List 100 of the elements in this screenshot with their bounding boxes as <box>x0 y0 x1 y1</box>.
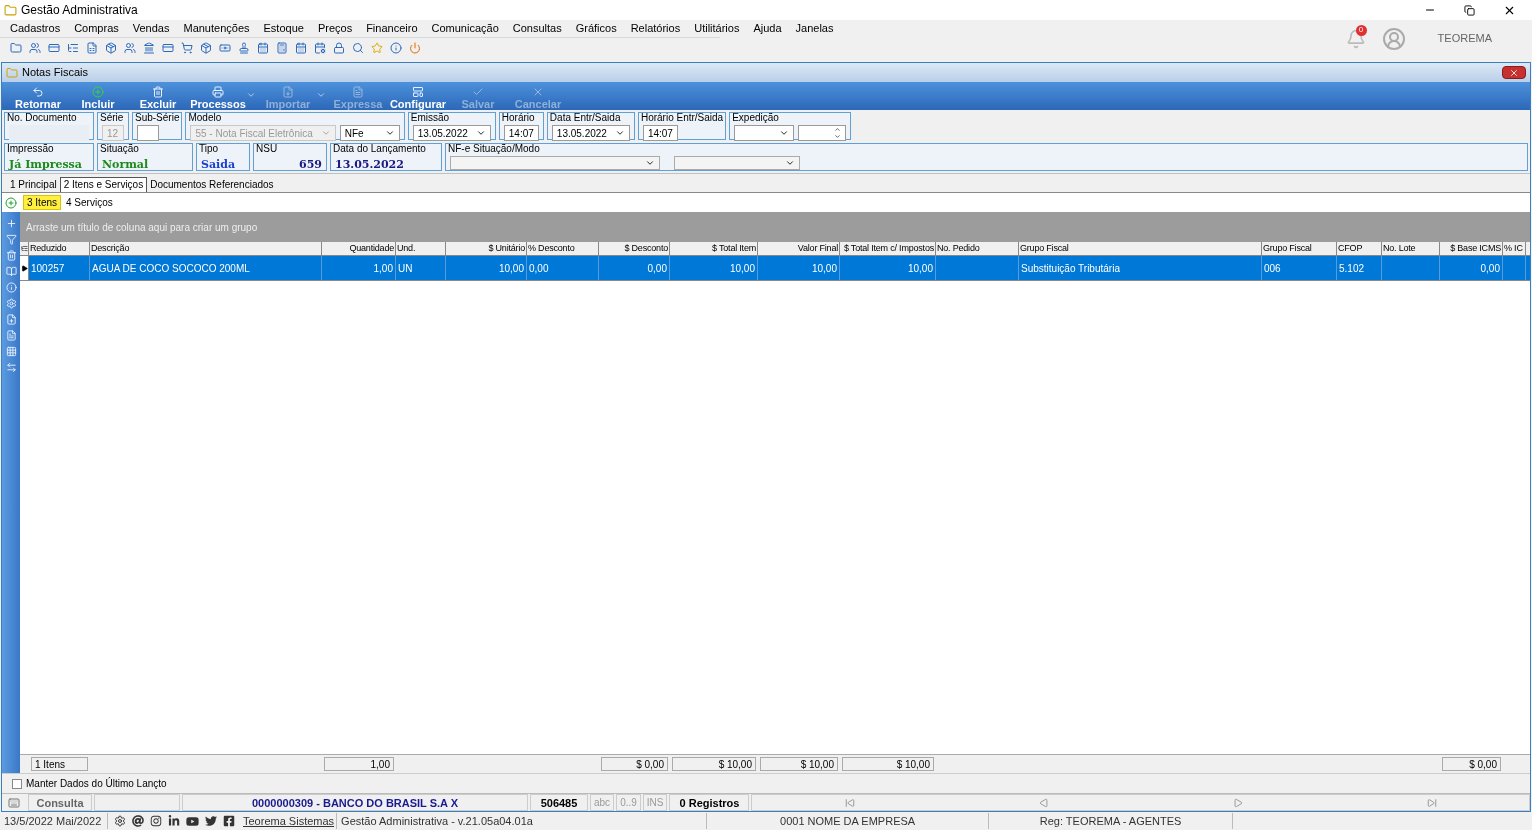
info-icon[interactable] <box>390 41 402 54</box>
document-icon[interactable] <box>5 330 17 341</box>
menu-item[interactable]: Manutenções <box>183 20 250 37</box>
book-icon[interactable] <box>5 266 17 277</box>
box-icon[interactable] <box>200 41 212 54</box>
column-header[interactable]: Valor Final <box>758 242 840 255</box>
menu-item[interactable]: Consultas <box>512 20 562 37</box>
column-header[interactable]: % IC <box>1503 242 1526 255</box>
tab[interactable]: Documentos Referenciados <box>147 177 277 192</box>
menu-item[interactable]: Comunicação <box>431 20 499 37</box>
input-field[interactable]: 14:07 <box>503 125 539 141</box>
grid-icon[interactable] <box>5 346 17 357</box>
users-icon[interactable] <box>29 41 41 54</box>
column-header[interactable]: Quantidade <box>322 242 396 255</box>
cart-icon[interactable] <box>181 41 193 54</box>
column-header[interactable]: Und. <box>396 242 446 255</box>
document-icon[interactable] <box>5 314 17 325</box>
dropdown[interactable]: NFe <box>339 125 400 141</box>
input-field[interactable] <box>137 125 159 141</box>
calendar-icon[interactable] <box>257 41 269 54</box>
menu-item[interactable]: Estoque <box>263 20 304 37</box>
menu-item[interactable]: Gráficos <box>575 20 617 37</box>
column-header[interactable]: $ Total Item <box>670 242 758 255</box>
twitter-icon[interactable] <box>205 815 217 827</box>
search-icon[interactable] <box>352 41 364 54</box>
linkedin-icon[interactable] <box>168 815 180 827</box>
first-record-icon[interactable] <box>844 797 855 808</box>
list-icon[interactable] <box>67 41 79 54</box>
arrows-icon[interactable] <box>5 362 17 373</box>
column-header[interactable]: No. Lote <box>1382 242 1440 255</box>
caret-icon[interactable] <box>246 90 256 100</box>
calendar-icon[interactable] <box>295 41 307 54</box>
card-icon[interactable] <box>48 41 60 54</box>
column-header[interactable]: % Desconto <box>527 242 599 255</box>
settings-icon[interactable] <box>5 298 17 309</box>
previous-record-icon[interactable] <box>1038 797 1049 808</box>
toolbar-button[interactable]: Excluir <box>130 86 186 110</box>
instagram-icon[interactable] <box>150 815 162 827</box>
sheet-icon[interactable] <box>86 41 98 54</box>
menu-item[interactable]: Relatórios <box>630 20 681 37</box>
folder-icon[interactable] <box>10 41 22 54</box>
dropdown[interactable] <box>734 125 795 141</box>
tab[interactable]: 3 Itens <box>23 195 62 210</box>
column-header[interactable]: $ Total Item c/ Impostos <box>840 242 936 255</box>
email-icon[interactable] <box>132 815 144 827</box>
spin-field[interactable] <box>798 125 847 141</box>
checkbox[interactable] <box>12 778 22 789</box>
dropdown[interactable]: 13.05.2022 <box>551 125 630 141</box>
column-header[interactable]: Descrição <box>90 242 322 255</box>
last-record-icon[interactable] <box>1426 797 1437 808</box>
dropdown[interactable] <box>674 156 800 170</box>
calendar-gear-icon[interactable] <box>314 41 326 54</box>
package-icon[interactable] <box>105 41 117 54</box>
column-chooser-icon[interactable] <box>20 245 28 252</box>
menu-item[interactable]: Compras <box>74 20 119 37</box>
column-header[interactable]: No. Pedido <box>936 242 1019 255</box>
stamp-icon[interactable] <box>238 41 250 54</box>
input-field[interactable] <box>9 125 89 141</box>
column-header[interactable]: Grupo Fiscal <box>1019 242 1262 255</box>
money-icon[interactable] <box>219 41 231 54</box>
card-icon[interactable] <box>162 41 174 54</box>
menu-item[interactable]: Ajuda <box>753 20 782 37</box>
tab[interactable]: 1 Principal <box>7 177 60 192</box>
restore-icon[interactable] <box>1464 4 1475 16</box>
toolbar-button[interactable]: Configurar <box>390 86 446 110</box>
toolbar-button[interactable]: Retornar <box>10 86 66 110</box>
menu-item[interactable]: Cadastros <box>10 20 61 37</box>
dropdown[interactable]: 13.05.2022 <box>412 125 491 141</box>
facebook-icon[interactable] <box>223 815 235 827</box>
input-field[interactable]: 14:07 <box>642 125 678 141</box>
next-record-icon[interactable] <box>1232 797 1243 808</box>
tab[interactable]: 4 Serviços <box>63 195 116 210</box>
tab[interactable]: 2 Itens e Serviços <box>59 177 148 192</box>
power-icon[interactable] <box>409 41 421 54</box>
bank-icon[interactable] <box>143 41 155 54</box>
user-avatar-icon[interactable] <box>1381 26 1406 51</box>
column-header[interactable]: $ Base ICMS <box>1440 242 1503 255</box>
column-header[interactable]: $ Desconto <box>599 242 670 255</box>
youtube-icon[interactable] <box>186 814 199 828</box>
toolbar-button[interactable]: Processos <box>190 86 246 110</box>
menu-item[interactable]: Vendas <box>132 20 170 37</box>
column-header[interactable]: Grupo Fiscal <box>1262 242 1337 255</box>
filter-icon[interactable] <box>5 234 17 245</box>
calculator-icon[interactable] <box>276 41 288 54</box>
user-icon[interactable] <box>124 41 136 54</box>
company-link[interactable]: Teorema Sistemas <box>241 812 338 830</box>
column-header[interactable]: Reduzido <box>29 242 90 255</box>
add-icon[interactable] <box>5 196 17 209</box>
menu-item[interactable]: Utilitários <box>694 20 740 37</box>
dropdown[interactable] <box>450 156 660 170</box>
menu-item[interactable]: Janelas <box>795 20 834 37</box>
trash-icon[interactable] <box>5 250 17 261</box>
lock-icon[interactable] <box>333 41 345 54</box>
gear-icon[interactable] <box>114 815 126 827</box>
column-header[interactable]: CFOP <box>1337 242 1382 255</box>
column-header[interactable]: $ Unitário <box>446 242 527 255</box>
close-button[interactable] <box>1502 66 1526 79</box>
menu-item[interactable]: Preços <box>317 20 353 37</box>
add-icon[interactable] <box>5 218 17 229</box>
menu-item[interactable]: Financeiro <box>366 20 418 37</box>
